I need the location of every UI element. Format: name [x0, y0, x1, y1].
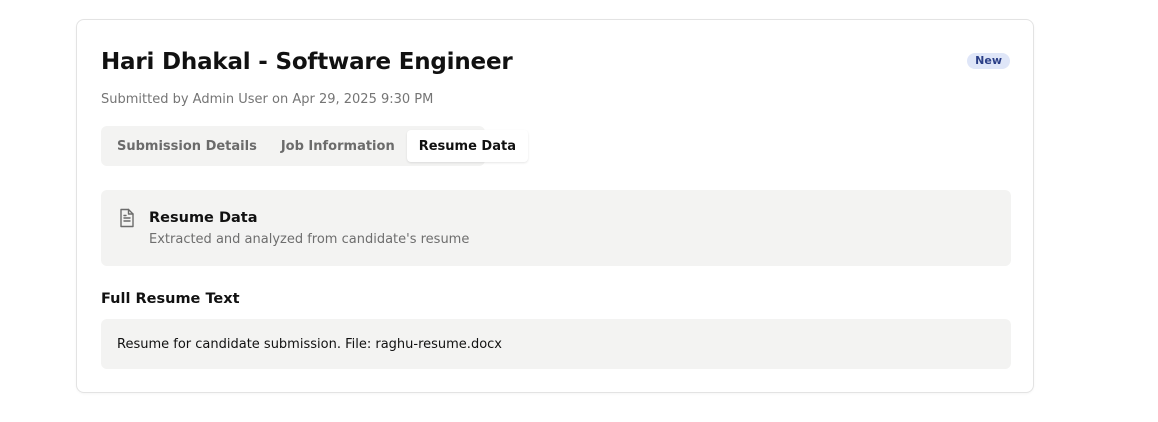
- resume-data-title: Resume Data: [149, 210, 258, 226]
- tab-resume-data[interactable]: Resume Data: [406, 130, 528, 162]
- tab-job-information[interactable]: Job Information: [269, 130, 407, 162]
- submission-meta: Submitted by Admin User on Apr 29, 2025 …: [101, 92, 434, 107]
- resume-data-description: Extracted and analyzed from candidate's …: [149, 232, 470, 247]
- submission-card: Hari Dhakal - Software Engineer New Subm…: [76, 19, 1034, 393]
- resume-data-panel: Resume Data Extracted and analyzed from …: [101, 190, 1011, 266]
- page-title: Hari Dhakal - Software Engineer: [101, 49, 513, 75]
- full-resume-text-box: Resume for candidate submission. File: r…: [101, 319, 1011, 369]
- tab-submission-details[interactable]: Submission Details: [105, 130, 269, 162]
- full-resume-text-heading: Full Resume Text: [101, 291, 240, 307]
- tab-bar: Submission Details Job Information Resum…: [101, 126, 528, 166]
- status-badge: New: [967, 53, 1010, 69]
- document-icon: [118, 208, 136, 232]
